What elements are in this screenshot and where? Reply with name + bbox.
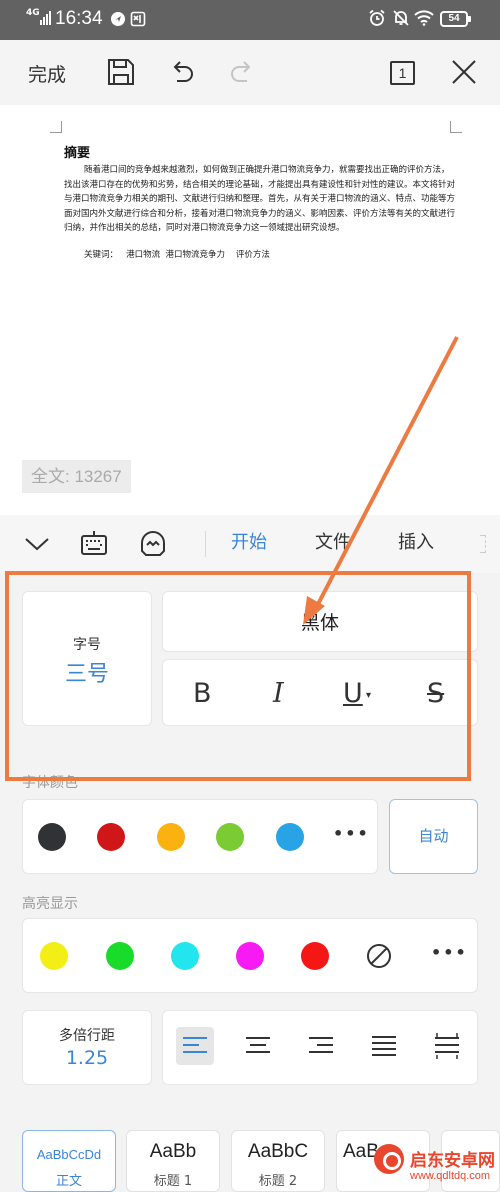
tab-overflow-hint xyxy=(480,535,486,553)
highlight-swatch[interactable] xyxy=(40,942,68,970)
justify-button[interactable] xyxy=(365,1027,403,1065)
highlight-label: 高亮显示 xyxy=(22,896,78,912)
done-button[interactable]: 完成 xyxy=(28,60,66,87)
distributed-align-button[interactable] xyxy=(428,1027,466,1065)
line-spacing-value: 1.25 xyxy=(65,1047,109,1069)
highlight-swatch[interactable] xyxy=(171,942,199,970)
page-corner-mark xyxy=(450,121,462,133)
mute-icon xyxy=(393,10,409,26)
document-page[interactable]: 摘要 随着港口间的竞争越来越激烈，如何做到正确提升港口物流竞争力，就需要找出正确… xyxy=(0,105,500,515)
highlight-swatch[interactable] xyxy=(106,942,134,970)
font-color-swatch[interactable] xyxy=(276,823,304,851)
watermark-name: 启东安卓网 xyxy=(410,1151,495,1171)
signal-icon xyxy=(40,11,52,25)
highlight-palette: ••• xyxy=(22,918,478,993)
clock: 16:34 xyxy=(55,8,103,29)
sim-icon xyxy=(130,11,146,27)
style-heading2-card[interactable]: AaBbC 标题 2 xyxy=(231,1130,325,1192)
line-spacing-button[interactable]: 多倍行距 1.25 xyxy=(22,1010,152,1085)
font-color-swatch[interactable] xyxy=(216,823,244,851)
network-type: 4G xyxy=(26,8,40,18)
tab-insert[interactable]: 插入 xyxy=(398,532,434,554)
close-icon[interactable] xyxy=(450,58,478,86)
voice-assistant-icon[interactable] xyxy=(139,529,167,557)
auto-color-button[interactable]: 自动 xyxy=(389,799,478,874)
abstract-paragraph: 随着港口间的竞争越来越激烈，如何做到正确提升港口物流竞争力，就需要找出正确的评价… xyxy=(64,165,456,234)
highlight-swatch[interactable] xyxy=(301,942,329,970)
style-heading1-card[interactable]: AaBb 标题 1 xyxy=(126,1130,220,1192)
wifi-icon xyxy=(414,10,434,26)
redo-icon[interactable] xyxy=(228,58,256,86)
more-colors-button[interactable]: ••• xyxy=(333,824,370,843)
chevron-down-icon[interactable] xyxy=(24,535,50,553)
align-right-button[interactable] xyxy=(302,1027,340,1065)
style-normal-card[interactable]: AaBbCcDd 正文 xyxy=(22,1130,116,1192)
save-icon[interactable] xyxy=(107,58,135,86)
align-left-button[interactable] xyxy=(176,1027,214,1065)
battery-indicator: 54 xyxy=(440,11,471,27)
status-bar: 4G 16:34 54 xyxy=(0,0,500,40)
font-color-swatch[interactable] xyxy=(157,823,185,851)
style-preview: AaBb xyxy=(149,1141,197,1162)
annotation-highlight-box xyxy=(5,571,471,781)
word-count-badge: 全文: 13267 xyxy=(22,460,131,493)
editor-toolbar: 完成 1 xyxy=(0,40,500,105)
panel-tab-bar: 开始 文件 插入 xyxy=(0,515,500,573)
watermark-url: www.qdltdq.com xyxy=(410,1170,491,1182)
style-name: 正文 xyxy=(55,1174,82,1189)
tab-start[interactable]: 开始 xyxy=(231,532,267,554)
watermark: 启东安卓网 www.qdltdq.com xyxy=(372,1140,500,1192)
keywords-line: 关键词： 港口物流 港口物流竞争力 评价方法 xyxy=(84,250,270,260)
style-name: 标题 1 xyxy=(153,1174,193,1189)
page-corner-mark xyxy=(50,121,62,133)
tab-divider xyxy=(205,531,206,557)
alarm-icon xyxy=(369,9,385,26)
no-highlight-icon[interactable] xyxy=(365,942,393,970)
location-icon xyxy=(111,12,125,26)
alignment-group xyxy=(162,1010,478,1085)
font-color-palette: ••• xyxy=(22,799,378,874)
watermark-logo-icon xyxy=(374,1144,404,1174)
style-preview: AaBbCcDd xyxy=(36,1147,102,1162)
font-color-swatch[interactable] xyxy=(97,823,125,851)
style-name: 标题 2 xyxy=(258,1174,298,1189)
style-preview: AaBbC xyxy=(247,1141,309,1162)
align-center-button[interactable] xyxy=(239,1027,277,1065)
tab-file[interactable]: 文件 xyxy=(315,532,351,554)
font-color-swatch[interactable] xyxy=(38,823,66,851)
keyboard-icon[interactable] xyxy=(80,529,108,557)
highlight-swatch[interactable] xyxy=(236,942,264,970)
page-count-button[interactable]: 1 xyxy=(390,61,415,85)
line-spacing-label: 多倍行距 xyxy=(59,1028,115,1044)
undo-icon[interactable] xyxy=(168,58,196,86)
document-heading: 摘要 xyxy=(64,146,91,161)
more-highlight-button[interactable]: ••• xyxy=(431,943,468,962)
